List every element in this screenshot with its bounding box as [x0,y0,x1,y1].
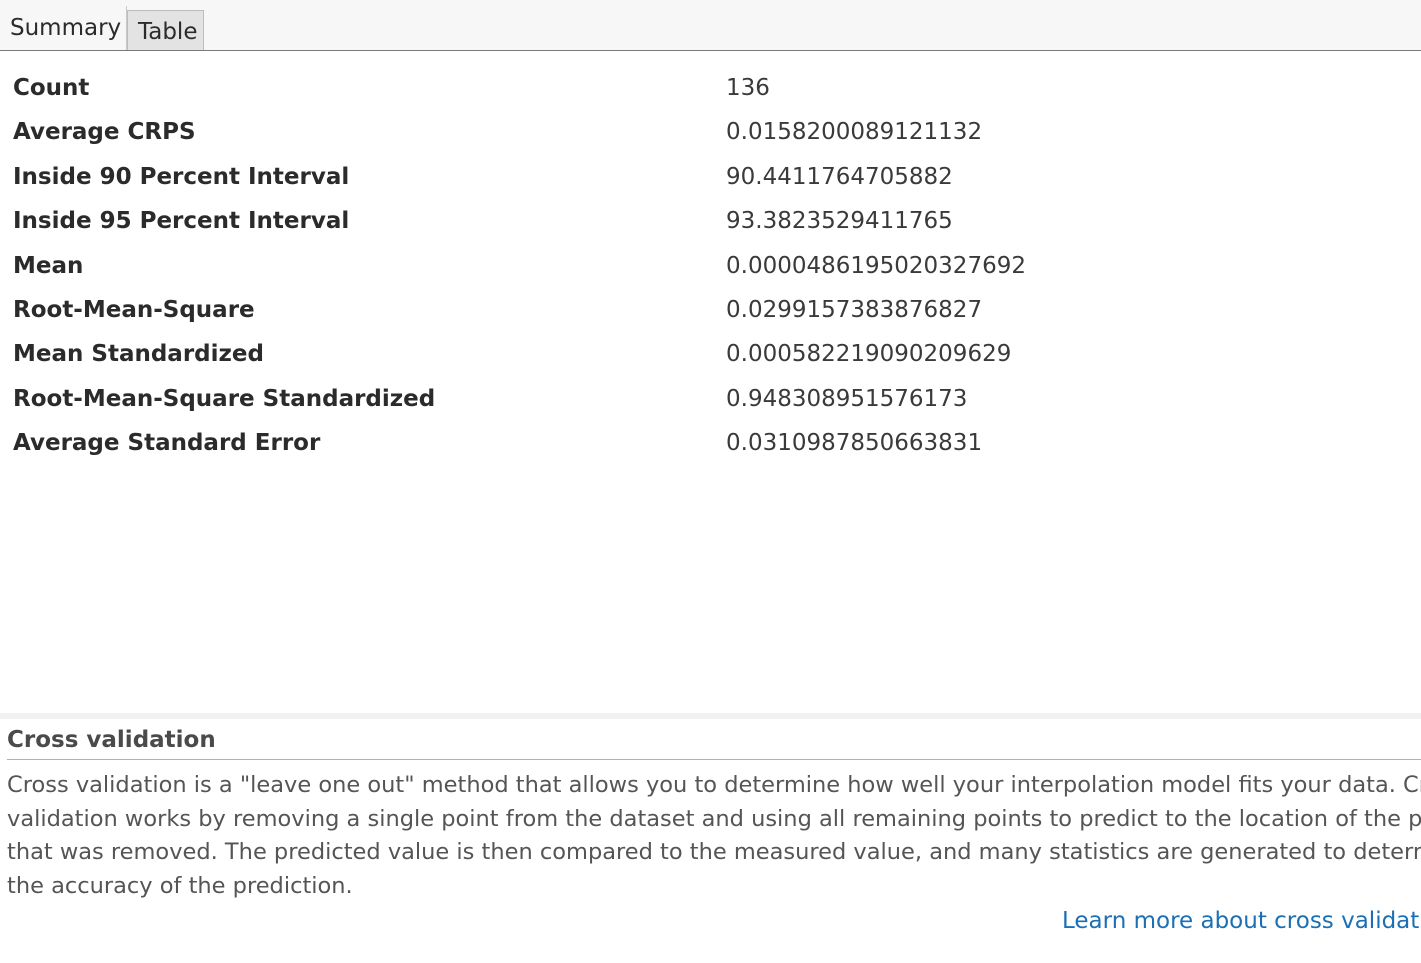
stat-label: Count [13,75,90,101]
summary-stats: Count 136 Average CRPS 0.015820008912113… [0,66,1421,466]
stat-label: Average Standard Error [13,430,321,457]
stat-row-count: Count 136 [0,66,1421,110]
stat-row-mean: Mean 0.0000486195020327692 [0,244,1421,288]
stat-row-inside-95: Inside 95 Percent Interval 93.3823529411… [0,199,1421,243]
help-panel: Cross validation Cross validation is a "… [0,713,1421,963]
tab-bar: Summary Table [0,0,1421,51]
help-line: validation works by removing a single po… [7,805,1421,832]
tab-table[interactable]: Table [127,10,204,50]
stat-row-rms-standardized: Root-Mean-Square Standardized 0.94830895… [0,377,1421,421]
stat-row-mean-standardized: Mean Standardized 0.000582219090209629 [0,332,1421,376]
help-divider [7,759,1421,760]
stat-label: Average CRPS [13,119,196,146]
stat-value: 136 [726,75,770,101]
stat-label: Mean Standardized [13,341,264,368]
help-description: Cross validation is a "leave one out" me… [7,769,1421,903]
stat-row-average-crps: Average CRPS 0.0158200089121132 [0,110,1421,154]
stat-row-rms: Root-Mean-Square 0.0299157383876827 [0,288,1421,332]
stat-value: 0.0310987850663831 [726,430,983,457]
stat-value: 93.3823529411765 [726,208,953,235]
stat-value: 0.000582219090209629 [726,341,1012,368]
help-title: Cross validation [7,727,216,753]
stat-value: 0.0158200089121132 [726,119,983,146]
help-line: that was removed. The predicted value is… [7,839,1421,865]
stat-label: Inside 90 Percent Interval [13,163,350,190]
stat-value: 0.0000486195020327692 [726,252,1026,279]
stat-label: Mean [13,252,84,279]
stat-row-inside-90: Inside 90 Percent Interval 90.4411764705… [0,155,1421,199]
help-line: the accuracy of the prediction. [7,872,353,899]
stat-label: Inside 95 Percent Interval [13,208,350,235]
stat-value: 0.0299157383876827 [726,296,983,323]
learn-more-link[interactable]: Learn more about cross validation [1062,908,1421,934]
help-line: Cross validation is a "leave one out" me… [7,772,1421,798]
stat-label: Root-Mean-Square [13,296,255,323]
stat-value: 0.948308951576173 [726,385,968,412]
stat-row-average-standard-error: Average Standard Error 0.031098785066383… [0,421,1421,465]
stat-value: 90.4411764705882 [726,163,953,190]
stat-label: Root-Mean-Square Standardized [13,385,436,412]
tab-summary[interactable]: Summary [0,6,127,50]
